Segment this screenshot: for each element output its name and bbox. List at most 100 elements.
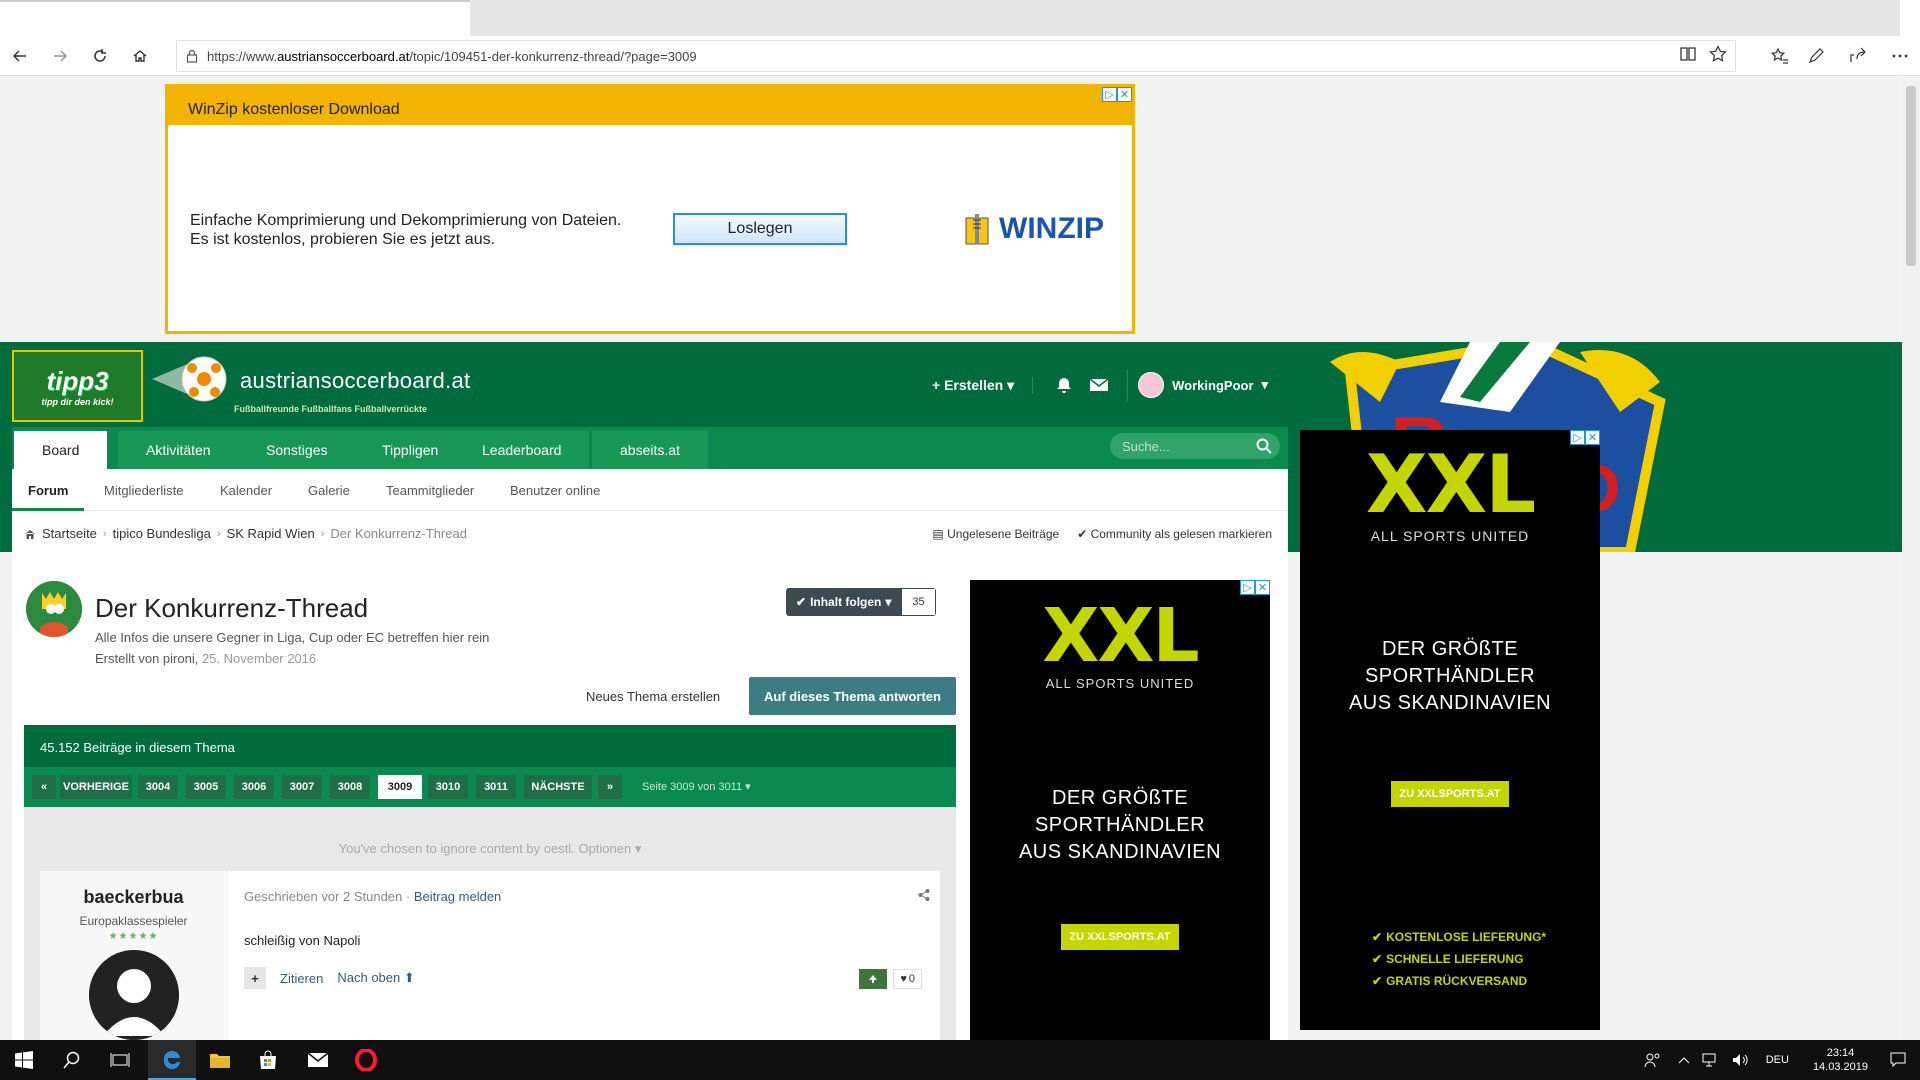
system-clock[interactable]: 23:14 14.03.2019 xyxy=(1813,1046,1868,1074)
windows-start-icon[interactable] xyxy=(0,1040,48,1080)
tab-abseits[interactable]: abseits.at xyxy=(592,431,708,469)
forward-icon[interactable] xyxy=(44,40,76,72)
reply-topic-button[interactable]: Auf dieses Thema antworten xyxy=(749,677,956,715)
topic-starter-avatar[interactable] xyxy=(26,581,82,637)
subnav-teammitglieder[interactable]: Teammitglieder xyxy=(386,483,474,498)
page-3009-current[interactable]: 3009 xyxy=(378,775,422,799)
input-language[interactable]: DEU xyxy=(1766,1054,1789,1066)
ignore-options-link[interactable]: Optionen ▾ xyxy=(578,841,641,856)
new-topic-button[interactable]: Neues Thema erstellen xyxy=(572,677,734,715)
subnav-benutzer-online[interactable]: Benutzer online xyxy=(510,483,600,498)
tab-aktivitaeten[interactable]: Aktivitäten xyxy=(118,431,239,469)
ad-info-icon[interactable]: ▷ xyxy=(1240,580,1255,595)
chevron-up-icon[interactable] xyxy=(1678,1056,1690,1064)
page-scrollbar[interactable] xyxy=(1902,76,1920,1040)
network-icon[interactable] xyxy=(1702,1053,1720,1067)
tab-board[interactable]: Board xyxy=(14,431,108,469)
notifications-bell-icon[interactable] xyxy=(1055,376,1073,394)
last-page-icon[interactable]: » xyxy=(598,775,622,799)
tab-tippligen[interactable]: Tippligen xyxy=(354,431,467,469)
tipp3-logo[interactable]: tipp3 tipp dir den kick! xyxy=(12,350,143,422)
post-author-rank: Europaklassespieler xyxy=(79,914,188,928)
prev-page-button[interactable]: VORHERIGE xyxy=(60,775,132,799)
subnav-mitgliederliste[interactable]: Mitgliederliste xyxy=(104,483,183,498)
chevron-down-icon: ▾ xyxy=(1261,377,1269,392)
favorites-hub-icon[interactable] xyxy=(1764,40,1796,72)
ad-choices[interactable]: ▷ ✕ xyxy=(1240,580,1270,595)
favorite-star-icon[interactable] xyxy=(1709,45,1727,63)
page-jump-dropdown[interactable]: Seite 3009 von 3011 ▾ xyxy=(642,780,751,793)
tab-sonstiges[interactable]: Sonstiges xyxy=(238,431,356,469)
xxl-ad-sidebar[interactable]: ▷ ✕ XXL ALL SPORTS UNITED DER GRÖßTE SPOR… xyxy=(970,580,1270,1040)
ad-close-icon[interactable]: ✕ xyxy=(1255,580,1270,595)
mark-read-link[interactable]: ✔ Community als gelesen markieren xyxy=(1077,527,1272,541)
post-author-column: baeckerbua Europaklassespieler ★★★★★ xyxy=(40,871,228,1040)
next-page-button[interactable]: NÄCHSTE xyxy=(524,775,592,799)
search-icon[interactable] xyxy=(48,1040,96,1080)
back-to-top-link[interactable]: Nach oben ⬆ xyxy=(337,970,414,986)
like-count[interactable]: ♥ 0 xyxy=(893,969,922,989)
ad-close-icon[interactable]: ✕ xyxy=(1117,87,1132,102)
subnav-galerie[interactable]: Galerie xyxy=(308,483,350,498)
post-author-name[interactable]: baeckerbua xyxy=(40,887,227,908)
pen-notes-icon[interactable] xyxy=(1800,40,1832,72)
messages-envelope-icon[interactable] xyxy=(1089,377,1109,393)
breadcrumb-startseite[interactable]: Startseite xyxy=(42,526,97,541)
ad-info-icon[interactable]: ▷ xyxy=(1102,87,1117,102)
subnav-kalender[interactable]: Kalender xyxy=(220,483,272,498)
xxl-cta-button[interactable]: ZU XXLSPORTS.AT xyxy=(1391,781,1509,807)
home-icon[interactable] xyxy=(124,40,156,72)
page-3006[interactable]: 3006 xyxy=(234,775,274,799)
report-post-link[interactable]: Beitrag melden xyxy=(414,889,501,904)
store-icon[interactable] xyxy=(244,1040,292,1080)
multiquote-plus-icon[interactable]: + xyxy=(244,967,266,989)
unread-posts-link[interactable]: ▤ Ungelesene Beiträge xyxy=(932,527,1059,541)
back-icon[interactable] xyxy=(4,40,36,72)
quote-button[interactable]: Zitieren xyxy=(280,971,323,986)
file-explorer-icon[interactable] xyxy=(196,1040,244,1080)
more-menu-icon[interactable] xyxy=(1884,40,1916,72)
search-icon[interactable] xyxy=(1256,438,1272,454)
page-3007[interactable]: 3007 xyxy=(282,775,322,799)
reading-view-icon[interactable] xyxy=(1679,45,1697,63)
user-menu[interactable]: WorkingPoor ▾ xyxy=(1138,372,1268,398)
volume-icon[interactable] xyxy=(1732,1053,1750,1067)
refresh-icon[interactable] xyxy=(84,40,116,72)
breadcrumb-bundesliga[interactable]: tipico Bundesliga xyxy=(113,526,211,541)
ad-choices[interactable]: ▷ ✕ xyxy=(1102,87,1132,102)
breadcrumb-rapid[interactable]: SK Rapid Wien xyxy=(227,526,315,541)
xxl-ad-skyscraper[interactable]: ▷ ✕ XXL ALL SPORTS UNITED DER GRÖßTE SPOR… xyxy=(1300,430,1600,1030)
mail-icon[interactable] xyxy=(294,1040,342,1080)
page-3010[interactable]: 3010 xyxy=(428,775,468,799)
people-icon[interactable] xyxy=(1644,1052,1662,1068)
share-icon[interactable] xyxy=(1842,40,1874,72)
opera-browser-icon[interactable] xyxy=(342,1040,390,1080)
ad-close-icon[interactable]: ✕ xyxy=(1585,430,1600,445)
scrollbar-thumb[interactable] xyxy=(1906,86,1916,266)
search-input[interactable]: Suche... xyxy=(1110,433,1280,459)
ad-info-icon[interactable]: ▷ xyxy=(1570,430,1585,445)
follow-content-button[interactable]: ✔ Inhalt folgen ▾ 35 xyxy=(786,588,936,616)
address-bar[interactable]: https://www.austriansoccerboard.at/topic… xyxy=(176,40,1736,72)
winzip-logo: WINZIP xyxy=(963,212,1104,246)
page-3004[interactable]: 3004 xyxy=(138,775,178,799)
winzip-start-button[interactable]: Loslegen xyxy=(673,213,847,245)
post-author-avatar[interactable] xyxy=(88,950,179,1040)
edge-browser-icon[interactable] xyxy=(148,1040,196,1080)
winzip-ad-banner[interactable]: WinZip kostenloser Download ▷ ✕ Einfache … xyxy=(165,84,1135,334)
upvote-arrow-icon[interactable] xyxy=(859,969,888,989)
xxl-cta-button[interactable]: ZU XXLSPORTS.AT xyxy=(1061,924,1179,950)
browser-tab-active[interactable] xyxy=(0,0,470,36)
create-menu-button[interactable]: + Erstellen ▾ xyxy=(932,376,1034,394)
page-3011[interactable]: 3011 xyxy=(476,775,516,799)
tab-leaderboard[interactable]: Leaderboard xyxy=(454,431,590,469)
site-logo[interactable]: austriansoccerboard.at Fußballfreunde Fu… xyxy=(152,354,470,414)
subnav-forum[interactable]: Forum xyxy=(28,483,68,498)
first-page-icon[interactable]: « xyxy=(32,775,56,799)
page-3005[interactable]: 3005 xyxy=(186,775,226,799)
task-view-icon[interactable] xyxy=(96,1040,144,1080)
page-3008[interactable]: 3008 xyxy=(330,775,370,799)
share-icon[interactable] xyxy=(918,889,930,901)
notifications-icon[interactable] xyxy=(1890,1052,1906,1068)
ad-choices[interactable]: ▷ ✕ xyxy=(1570,430,1600,445)
